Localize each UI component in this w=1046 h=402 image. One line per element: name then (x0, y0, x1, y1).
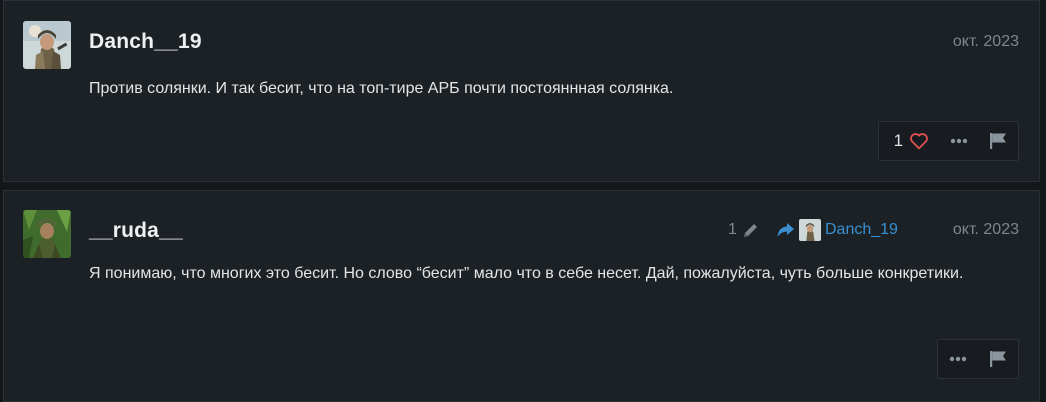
reply-arrow-icon (777, 223, 794, 237)
user-avatar[interactable] (23, 21, 71, 69)
edit-count: 1 (728, 221, 737, 238)
more-options-button[interactable] (940, 122, 979, 160)
username[interactable]: Danch__19 (89, 30, 202, 54)
username[interactable]: __ruda__ (89, 219, 183, 243)
post-date[interactable]: окт. 2023 (953, 33, 1019, 51)
like-count: 1 (893, 131, 904, 150)
flag-button[interactable] (978, 340, 1018, 378)
like-button[interactable]: 1 (879, 122, 940, 160)
heart-icon (910, 133, 928, 150)
soldier-avatar-icon (23, 21, 71, 69)
reply-to-link[interactable]: Danch_19 (776, 219, 898, 241)
pencil-icon (743, 223, 757, 237)
topic-page: Danch__19 окт. 2023 Против солянки. И та… (0, 0, 1046, 402)
post-date[interactable]: окт. 2023 (953, 221, 1019, 239)
soldier-avatar-icon (799, 219, 821, 241)
jungle-soldier-avatar-icon (23, 210, 71, 258)
ellipsis-icon (949, 356, 967, 362)
edit-history[interactable]: 1 (728, 219, 759, 241)
user-avatar[interactable] (23, 210, 71, 258)
flag-button[interactable] (979, 122, 1018, 160)
more-options-button[interactable] (938, 340, 978, 378)
post-text: Я понимаю, что многих это бесит. Но слов… (89, 265, 964, 282)
post-actions: 1 (878, 121, 1019, 161)
post-actions (937, 339, 1019, 379)
ellipsis-icon (951, 138, 968, 144)
reply-user-avatar (799, 219, 821, 241)
flag-icon (990, 133, 1007, 149)
reply-to-username: Danch_19 (825, 221, 898, 238)
post-text: Против солянки. И так бесит, что на топ-… (89, 80, 674, 97)
flag-icon (990, 351, 1006, 367)
post-ruda: __ruda__ 1 Danch_19 окт. 2023 Я понимаю,… (3, 190, 1040, 402)
post-danch: Danch__19 окт. 2023 Против солянки. И та… (3, 0, 1040, 182)
